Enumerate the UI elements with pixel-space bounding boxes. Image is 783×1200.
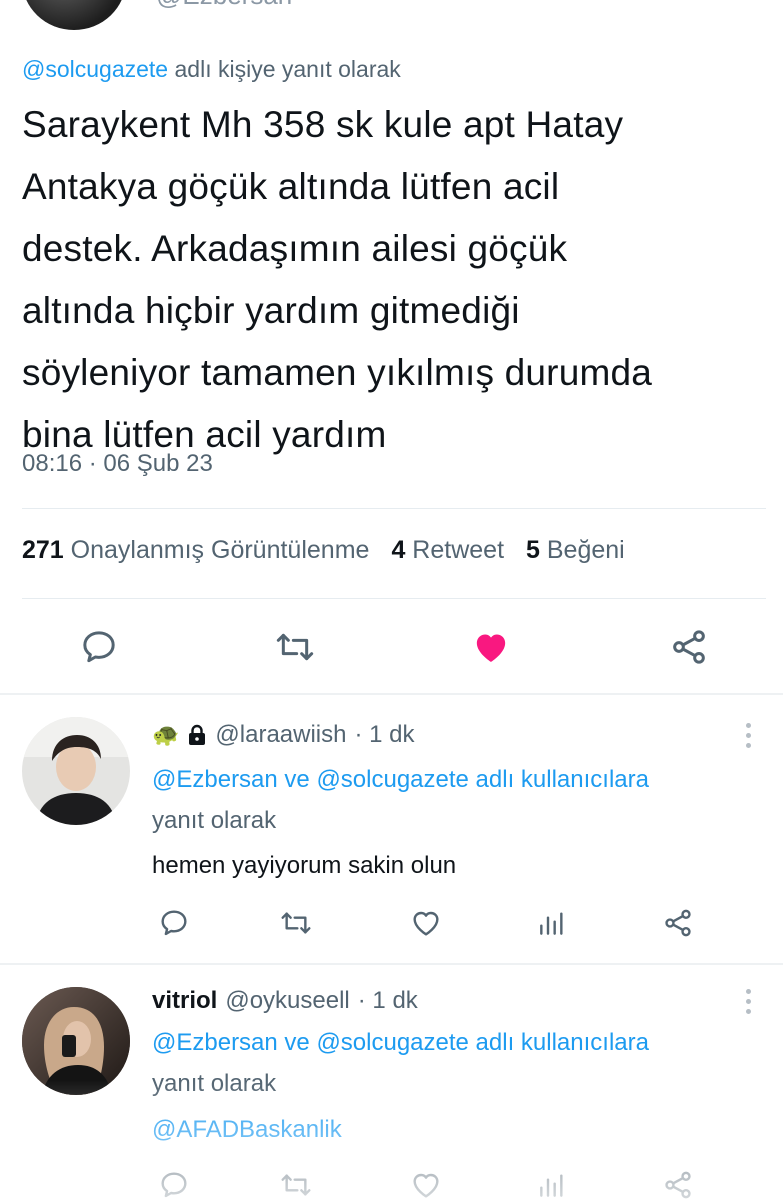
replying-to-suffix: yanıt olarak [152,807,277,834]
more-options-button[interactable] [742,989,754,1019]
reply-handle[interactable]: @oykuseell [225,987,349,1015]
reply-time[interactable]: · 1 dk [354,721,414,749]
share-button[interactable] [658,1165,698,1200]
tweet-text-line: söyleniyor tamamen yıkılmış durumda [22,352,653,393]
tweet-stats: 271 Onaylanmış Görüntülenme 4 Retweet 5 Be… [22,536,625,565]
divider [22,508,766,509]
reply-icon [161,1172,187,1198]
avatar-image [22,717,130,825]
turtle-emoji: 🐢 [152,722,180,747]
replying-to-mentions[interactable]: @Ezbersan ve @solcugazete adlı kullanıcı… [152,1029,649,1057]
reply-item[interactable]: 🐢 @laraawiish · 1 dk @Ezbersan ve @solcu… [0,695,783,963]
retweet-icon [281,912,311,934]
avatar-image [22,987,130,1095]
tweet-text-line: destek. Arkadaşımın ailesi göçük [22,228,568,269]
more-dot [745,723,751,728]
author-avatar[interactable] [22,0,126,30]
likes-count: 5 [526,536,540,564]
more-dot [745,999,751,1004]
share-button[interactable] [666,622,712,672]
analytics-button[interactable] [532,901,572,945]
lock-icon [189,724,206,745]
reply-display-name[interactable]: vitriol [152,987,217,1015]
heart-icon [413,911,439,936]
reply-text: hemen yayiyorum sakin olun [152,852,457,879]
tweet-text: Saraykent Mh 358 sk kule apt Hatay Antak… [22,94,772,466]
more-options-button[interactable] [742,723,754,753]
reply-button[interactable] [76,622,122,672]
avatar[interactable] [22,987,130,1095]
tweet-text-line: altında hiçbir yardım gitmediği [22,290,520,331]
more-dot [745,1009,751,1014]
previous-header: @Ezbersan [0,0,783,40]
heart-filled-icon [476,634,506,662]
retweet-button[interactable] [276,901,316,945]
reply-button[interactable] [154,901,194,945]
tweet-timestamp[interactable]: 08:16 · 06 Şub 23 [22,450,213,478]
heart-icon [413,1173,439,1198]
retweets-count: 4 [391,536,406,564]
author-handle[interactable]: @Ezbersan [156,0,292,11]
tweet-action-bar [0,622,783,672]
share-icon [673,630,705,664]
tweet-text-line: Antakya göçük altında lütfen acil [22,166,560,207]
avatar[interactable] [22,717,130,825]
reply-time[interactable]: · 1 dk [358,987,418,1015]
views-label[interactable]: Onaylanmış Görüntülenme [71,536,370,564]
reply-action-bar [0,1165,783,1200]
share-button[interactable] [658,901,698,945]
reply-header: vitriol @oykuseell · 1 dk [152,987,418,1015]
reply-action-bar [0,901,783,945]
retweet-icon [276,633,314,661]
reply-handle[interactable]: @laraawiish [215,721,346,749]
reply-icon [83,631,115,663]
likes-label[interactable]: Beğeni [547,536,625,564]
reply-header: 🐢 @laraawiish · 1 dk [152,721,415,749]
analytics-button[interactable] [532,1165,572,1200]
like-button[interactable] [468,622,514,672]
tweet-text-line: Saraykent Mh 358 sk kule apt Hatay [22,104,624,145]
analytics-icon [540,912,563,935]
views-count: 271 [22,536,64,564]
reply-context-suffix: adlı kişiye yanıt olarak [168,56,401,82]
like-button[interactable] [406,1165,446,1200]
more-dot [745,733,751,738]
retweet-button[interactable] [276,1165,316,1200]
replying-to-mentions[interactable]: @Ezbersan ve @solcugazete adlı kullanıcı… [152,766,649,794]
analytics-icon [540,1174,563,1197]
replying-to-suffix: yanıt olarak [152,1070,277,1097]
reply-mention[interactable]: @AFADBaskanlik [152,1116,342,1144]
retweet-icon [281,1174,311,1196]
divider [22,598,766,599]
reply-button[interactable] [154,1165,194,1200]
reply-icon [161,910,187,936]
share-icon [665,1171,691,1199]
like-button[interactable] [406,901,446,945]
reply-to-mention[interactable]: @solcugazete [22,56,168,82]
reply-item[interactable]: vitriol @oykuseell · 1 dk @Ezbersan ve @… [0,965,783,1200]
more-dot [745,989,751,994]
reply-context: @solcugazete adlı kişiye yanıt olarak [22,56,401,83]
retweets-label[interactable]: Retweet [412,536,504,564]
retweet-button[interactable] [272,622,318,672]
share-icon [665,909,691,937]
more-dot [745,743,751,748]
